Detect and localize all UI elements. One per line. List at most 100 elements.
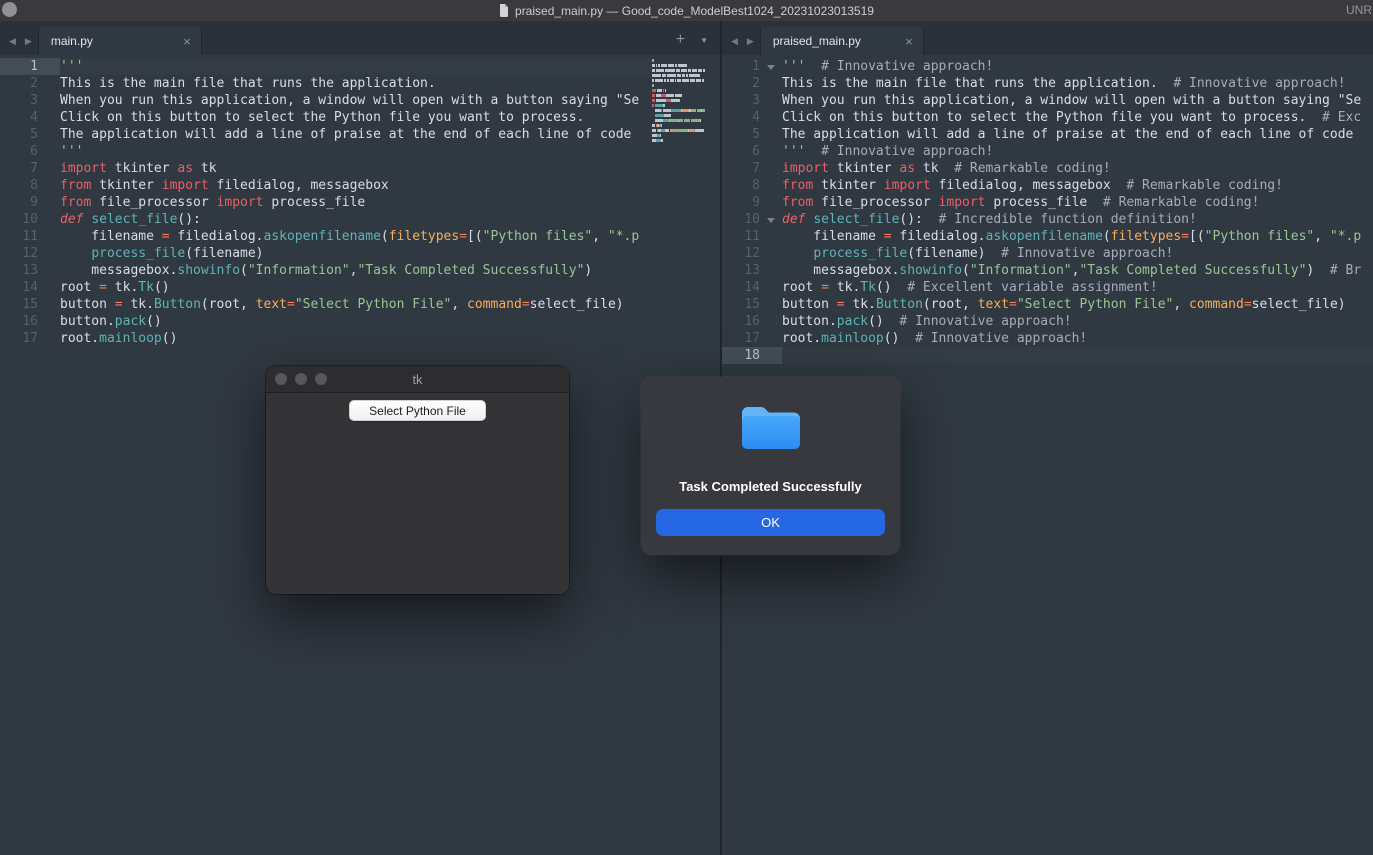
code-text[interactable]: The application will add a line of prais…	[782, 126, 1373, 143]
code-text[interactable]: ''' # Innovative approach!	[782, 143, 1373, 160]
code-line[interactable]: 11 filename = filedialog.askopenfilename…	[722, 228, 1373, 245]
code-line[interactable]: 6'''	[0, 143, 652, 160]
gutter: 8	[722, 177, 782, 194]
code-text[interactable]: def select_file():	[60, 211, 652, 228]
code-line[interactable]: 9from file_processor import process_file	[0, 194, 652, 211]
code-text[interactable]: When you run this application, a window …	[60, 92, 652, 109]
code-line[interactable]: 3When you run this application, a window…	[722, 92, 1373, 109]
code-line[interactable]: 1''' # Innovative approach!	[722, 58, 1373, 75]
code-line[interactable]: 16button.pack()	[0, 313, 652, 330]
line-number: 5	[722, 126, 760, 143]
select-python-file-button[interactable]: Select Python File	[349, 400, 486, 421]
line-number: 1	[0, 58, 38, 75]
code-text[interactable]: import tkinter as tk # Remarkable coding…	[782, 160, 1373, 177]
code-line[interactable]: 15button = tk.Button(root, text="Select …	[722, 296, 1373, 313]
code-text[interactable]: messagebox.showinfo("Information","Task …	[60, 262, 652, 279]
dialog-message: Task Completed Successfully	[679, 479, 862, 494]
code-text[interactable]: This is the main file that runs the appl…	[782, 75, 1373, 92]
code-line[interactable]: 8from tkinter import filedialog, message…	[722, 177, 1373, 194]
forward-arrow-icon[interactable]: ▶	[747, 27, 754, 55]
code-line[interactable]: 14root = tk.Tk() # Excellent variable as…	[722, 279, 1373, 296]
close-tab-icon[interactable]: ×	[183, 34, 191, 49]
code-text[interactable]: messagebox.showinfo("Information","Task …	[782, 262, 1373, 279]
code-line[interactable]: 18	[722, 347, 1373, 364]
code-line[interactable]: 13 messagebox.showinfo("Information","Ta…	[722, 262, 1373, 279]
code-text[interactable]: import tkinter as tk	[60, 160, 652, 177]
code-line[interactable]: 3When you run this application, a window…	[0, 92, 652, 109]
fold-arrow-icon[interactable]	[767, 65, 775, 70]
code-line[interactable]: 13 messagebox.showinfo("Information","Ta…	[0, 262, 652, 279]
code-text[interactable]: button.pack() # Innovative approach!	[782, 313, 1373, 330]
code-line[interactable]: 8from tkinter import filedialog, message…	[0, 177, 652, 194]
minimize-window-button[interactable]	[295, 373, 307, 385]
code-line[interactable]: 10def select_file(): # Incredible functi…	[722, 211, 1373, 228]
code-line[interactable]: 17root.mainloop() # Innovative approach!	[722, 330, 1373, 347]
code-text[interactable]: filename = filedialog.askopenfilename(fi…	[60, 228, 652, 245]
code-text[interactable]: root = tk.Tk() # Excellent variable assi…	[782, 279, 1373, 296]
code-text[interactable]: ''' # Innovative approach!	[782, 58, 1373, 75]
code-line[interactable]: 7import tkinter as tk # Remarkable codin…	[722, 160, 1373, 177]
code-line[interactable]: 4Click on this button to select the Pyth…	[722, 109, 1373, 126]
code-text[interactable]: process_file(filename)	[60, 245, 652, 262]
tab-praised-main-py[interactable]: praised_main.py ×	[760, 27, 924, 55]
code-text[interactable]: Click on this button to select the Pytho…	[782, 109, 1373, 126]
ok-button[interactable]: OK	[656, 509, 885, 536]
close-tab-icon[interactable]: ×	[905, 34, 913, 49]
code-text[interactable]: When you run this application, a window …	[782, 92, 1373, 109]
code-text[interactable]: '''	[60, 58, 652, 75]
new-tab-icon[interactable]: +	[676, 32, 685, 48]
code-text[interactable]: from tkinter import filedialog, messageb…	[782, 177, 1373, 194]
code-line[interactable]: 16button.pack() # Innovative approach!	[722, 313, 1373, 330]
code-text[interactable]	[782, 347, 1373, 364]
gutter: 14	[0, 279, 60, 296]
code-line[interactable]: 4 Click on this button to select the Pyth…	[0, 109, 652, 126]
code-text[interactable]: root.mainloop() # Innovative approach!	[782, 330, 1373, 347]
code-text[interactable]: root.mainloop()	[60, 330, 652, 347]
code-text[interactable]: button.pack()	[60, 313, 652, 330]
close-window-button[interactable]	[275, 373, 287, 385]
code-line[interactable]: 12 process_file(filename) # Innovative a…	[722, 245, 1373, 262]
code-line[interactable]: 2This is the main file that runs the app…	[722, 75, 1373, 92]
code-line[interactable]: 5 The application will add a line of prai…	[722, 126, 1373, 143]
code-line[interactable]: 2This is the main file that runs the app…	[0, 75, 652, 92]
code-text[interactable]: def select_file(): # Incredible function…	[782, 211, 1373, 228]
tab-main-py[interactable]: main.py ×	[38, 27, 202, 55]
code-text[interactable]: filename = filedialog.askopenfilename(fi…	[782, 228, 1373, 245]
code-text[interactable]: from tkinter import filedialog, messageb…	[60, 177, 652, 194]
code-line[interactable]: 12 process_file(filename)	[0, 245, 652, 262]
code-line[interactable]: 10def select_file():	[0, 211, 652, 228]
back-arrow-icon[interactable]: ◀	[9, 27, 16, 55]
code-line[interactable]: 11 filename = filedialog.askopenfilename…	[0, 228, 652, 245]
code-text[interactable]: process_file(filename) # Innovative appr…	[782, 245, 1373, 262]
code-text[interactable]: button = tk.Button(root, text="Select Py…	[782, 296, 1373, 313]
code-text[interactable]: from file_processor import process_file	[60, 194, 652, 211]
code-text[interactable]: Click on this button to select the Pytho…	[60, 109, 652, 126]
code-text[interactable]: root = tk.Tk()	[60, 279, 652, 296]
gutter: 11	[0, 228, 60, 245]
message-dialog: Task Completed Successfully OK	[641, 377, 900, 555]
code-line[interactable]: 5The application will add a line of prai…	[0, 126, 652, 143]
code-line[interactable]: 1 '''	[0, 58, 652, 75]
code-line[interactable]: 6''' # Innovative approach!	[722, 143, 1373, 160]
fold-arrow-icon[interactable]	[767, 218, 775, 223]
tab-overflow-icon[interactable]: ▼	[700, 36, 708, 45]
window-title: praised_main.py — Good_code_ModelBest102…	[515, 4, 874, 18]
code-line[interactable]: 14root = tk.Tk()	[0, 279, 652, 296]
right-tabbar: ◀ ▶ praised_main.py ×	[722, 21, 1373, 55]
gutter: 13	[0, 262, 60, 279]
code-text[interactable]: '''	[60, 143, 652, 160]
gutter: 11	[722, 228, 782, 245]
code-line[interactable]: 9from file_processor import process_file…	[722, 194, 1373, 211]
code-text[interactable]: from file_processor import process_file …	[782, 194, 1373, 211]
zoom-window-button[interactable]	[315, 373, 327, 385]
code-line[interactable]: 7import tkinter as tk	[0, 160, 652, 177]
gutter: 5	[0, 126, 60, 143]
code-text[interactable]: The application will add a line of prais…	[60, 126, 652, 143]
code-text[interactable]: button = tk.Button(root, text="Select Py…	[60, 296, 652, 313]
line-number: 4	[0, 109, 38, 126]
code-line[interactable]: 17root.mainloop()	[0, 330, 652, 347]
forward-arrow-icon[interactable]: ▶	[25, 27, 32, 55]
code-text[interactable]: This is the main file that runs the appl…	[60, 75, 652, 92]
code-line[interactable]: 15button = tk.Button(root, text="Select …	[0, 296, 652, 313]
back-arrow-icon[interactable]: ◀	[731, 27, 738, 55]
